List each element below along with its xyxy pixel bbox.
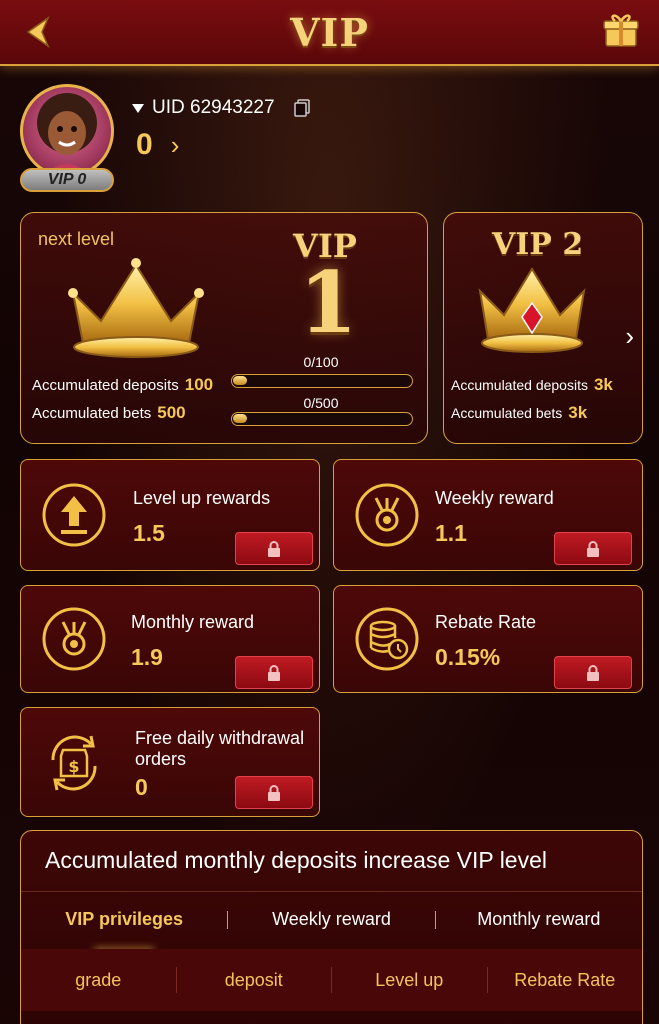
deposits-row: Accumulated deposits 100	[32, 375, 213, 395]
next-level-card[interactable]: VIP 2 Accumulated deposits 3k Accumulated…	[443, 212, 643, 444]
table-header: grade deposit Level up Rebate Rate	[21, 949, 642, 1011]
tile-value: 1.9	[131, 644, 163, 670]
monthly-reward-tile: Monthly reward 1.9	[20, 585, 320, 693]
column-header-rebate-rate: Rebate Rate	[514, 969, 616, 990]
tile-title: Rebate Rate	[435, 612, 537, 632]
deposits-progress-fill	[233, 376, 247, 385]
bets-row: Accumulated bets 500	[32, 403, 186, 423]
panel-tabs: VIP privileges Weekly reward Monthly rew…	[21, 891, 642, 947]
tile-title: Weekly reward	[435, 488, 554, 508]
vip2-deposits-value: 3k	[593, 375, 613, 394]
next-arrow-icon[interactable]: ›	[625, 321, 634, 352]
gift-icon[interactable]	[601, 10, 641, 50]
vip-levels-panel: Accumulated monthly deposits increase VI…	[20, 830, 643, 1024]
deposits-progress-bar	[231, 374, 413, 388]
tile-value: 0.15%	[435, 644, 501, 670]
deposits-progress-text: 0/100	[303, 354, 339, 370]
tile-value: 0	[135, 774, 148, 800]
deposits-label: Accumulated deposits	[32, 377, 179, 394]
medal-icon	[42, 607, 106, 671]
vip2-bets-label: Accumulated bets	[451, 405, 563, 421]
tab-vip-privileges[interactable]: VIP privileges	[21, 909, 227, 930]
bets-progress-text: 0/500	[303, 395, 339, 411]
locked-claim-button[interactable]	[554, 532, 632, 565]
medal-icon	[355, 483, 419, 547]
next-level-label: next level	[38, 229, 115, 249]
tile-title: Monthly reward	[131, 612, 255, 632]
vip2-deposits-row: Accumulated deposits 3k	[451, 375, 613, 395]
bets-progress-bar	[231, 412, 413, 426]
lock-icon	[587, 664, 599, 681]
copy-icon[interactable]	[293, 99, 311, 117]
bets-label: Accumulated bets	[32, 405, 152, 422]
svg-text:$: $	[68, 757, 79, 776]
crown-ruby-icon	[478, 267, 586, 353]
balance-value: 0	[136, 128, 153, 161]
free-withdrawal-tile: $ Free daily withdrawal orders 0	[20, 707, 320, 817]
lock-icon	[268, 664, 280, 681]
tile-value: 1.5	[133, 520, 165, 546]
tile-title: Free daily withdrawal orders	[135, 728, 305, 769]
page-title: VIP	[290, 10, 369, 55]
tile-value: 1.1	[435, 520, 467, 546]
vip2-bets-row: Accumulated bets 3k	[451, 403, 587, 423]
lock-icon	[268, 784, 280, 801]
coin-stack-icon	[355, 607, 419, 671]
level-up-rewards-tile: Level up rewards 1.5	[20, 459, 320, 571]
column-header-grade: grade	[75, 969, 122, 990]
column-header-level-up: Level up	[375, 969, 444, 990]
locked-claim-button[interactable]	[235, 776, 313, 809]
balance-row[interactable]: 0 ›	[136, 128, 179, 162]
vip-level-number: 1	[299, 253, 358, 352]
deposits-value: 100	[184, 375, 214, 394]
tile-title: Level up rewards	[133, 488, 271, 508]
avatar	[20, 84, 114, 178]
caret-down-icon[interactable]	[132, 103, 144, 113]
vip-level-badge: VIP 0	[20, 168, 114, 192]
lock-icon	[268, 540, 280, 557]
locked-claim-button[interactable]	[235, 532, 313, 565]
bets-value: 500	[157, 403, 186, 422]
locked-claim-button[interactable]	[235, 656, 313, 689]
header-bar: VIP	[0, 0, 659, 66]
weekly-reward-tile: Weekly reward 1.1	[333, 459, 643, 571]
profile-avatar[interactable]: VIP 0	[18, 84, 116, 194]
rebate-rate-tile: Rebate Rate 0.15%	[333, 585, 643, 693]
column-header-deposit: deposit	[224, 969, 283, 990]
panel-title: Accumulated monthly deposits increase VI…	[45, 847, 548, 873]
dollar-exchange-icon: $	[51, 735, 97, 791]
uid-text: UID 62943227	[152, 97, 275, 118]
chevron-right-icon[interactable]: ›	[171, 130, 180, 161]
locked-claim-button[interactable]	[554, 656, 632, 689]
vip2-deposits-label: Accumulated deposits	[451, 377, 588, 393]
vip2-bets-value: 3k	[568, 403, 588, 422]
avatar-face-icon	[37, 93, 97, 175]
upload-arrow-icon	[42, 483, 106, 547]
lock-icon	[587, 540, 599, 557]
bets-progress-fill	[233, 414, 247, 423]
current-level-card: next level VIP 1 Accumulated deposits 100…	[20, 212, 428, 444]
tab-monthly-reward[interactable]: Monthly reward	[436, 909, 642, 930]
uid-row: UID 62943227	[132, 96, 311, 120]
tab-weekly-reward[interactable]: Weekly reward	[228, 909, 434, 930]
crown-icon	[68, 258, 204, 358]
vip2-title: VIP 2	[492, 227, 584, 262]
